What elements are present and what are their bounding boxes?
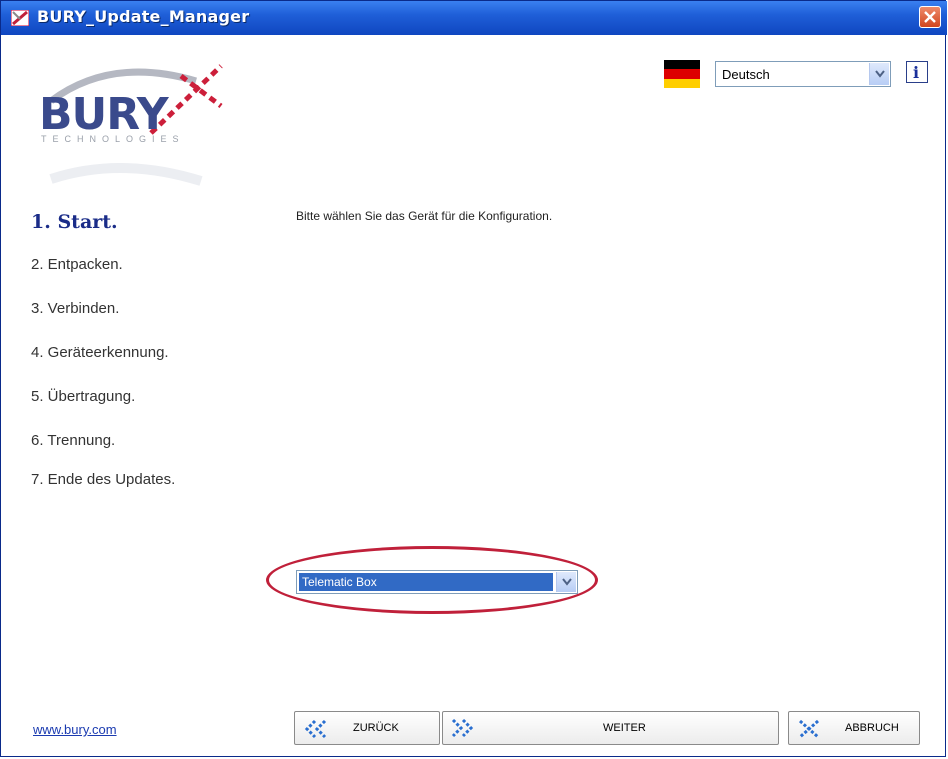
info-button[interactable]: i — [906, 61, 928, 83]
logo-brand: BURY — [39, 89, 169, 140]
step-end-update: 7. Ende des Updates. — [31, 471, 176, 488]
step-start: 1. Start. — [31, 211, 118, 233]
website-link[interactable]: www.bury.com — [33, 722, 117, 737]
cancel-button[interactable]: ABBRUCH — [788, 711, 920, 745]
back-arrows-icon — [304, 719, 327, 739]
next-button[interactable]: WEITER — [442, 711, 779, 745]
window-title: BURY_Update_Manager — [37, 7, 250, 26]
language-dropdown-button[interactable] — [869, 63, 889, 85]
next-label: WEITER — [603, 722, 646, 734]
update-manager-window: BURY_Update_Manager BURY TECHNOLOGIES De… — [0, 0, 947, 757]
step-connect: 3. Verbinden. — [31, 300, 120, 317]
device-prompt: Bitte wählen Sie das Gerät für die Konfi… — [296, 209, 553, 223]
back-label: ZURÜCK — [353, 722, 399, 734]
cancel-label: ABBRUCH — [845, 722, 899, 734]
back-button[interactable]: ZURÜCK — [294, 711, 440, 745]
highlight-ellipse — [266, 546, 598, 614]
close-icon — [924, 11, 936, 23]
german-flag-icon — [664, 60, 700, 88]
step-unpack: 2. Entpacken. — [31, 256, 123, 273]
step-transfer: 5. Übertragung. — [31, 388, 136, 405]
cancel-x-icon — [799, 719, 819, 739]
step-disconnect: 6. Trennung. — [31, 432, 116, 449]
app-icon — [11, 10, 29, 26]
bury-logo: BURY TECHNOLOGIES — [31, 61, 231, 191]
close-button[interactable] — [919, 6, 941, 28]
title-bar[interactable]: BURY_Update_Manager — [1, 1, 947, 35]
language-value: Deutsch — [722, 67, 770, 82]
forward-arrows-icon — [451, 718, 474, 738]
language-select[interactable]: Deutsch — [715, 61, 891, 87]
step-device-detection: 4. Geräteerkennung. — [31, 344, 169, 361]
chevron-down-icon — [875, 70, 885, 78]
info-icon: i — [913, 63, 920, 82]
logo-subtitle: TECHNOLOGIES — [41, 134, 185, 144]
